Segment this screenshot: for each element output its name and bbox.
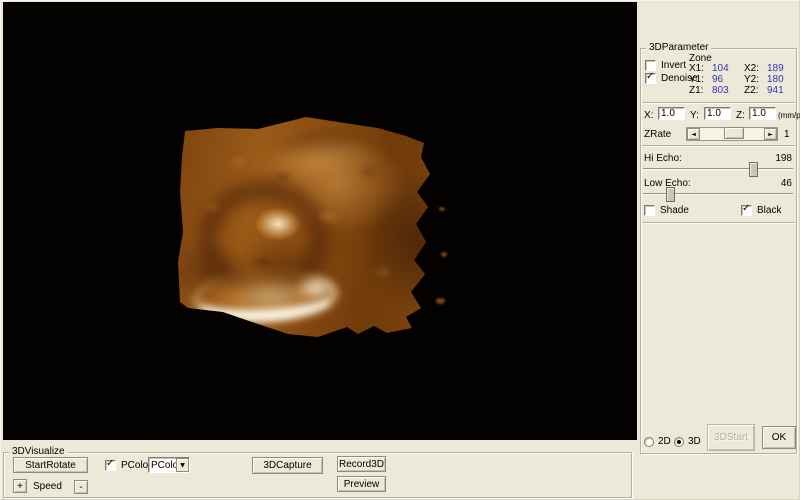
mode-3d-radio[interactable]: 3D (674, 436, 701, 447)
parameter-groupbox: 3DParameter Invert Denoise Zone X1: 104 … (640, 48, 797, 454)
separator (642, 222, 795, 224)
visualize-group-title: 3DVisualize (9, 446, 68, 457)
mode-3d-label: 3D (688, 436, 701, 447)
start-rotate-button[interactable]: StartRotate (13, 457, 88, 473)
scroll-right-icon[interactable]: ► (764, 128, 777, 140)
checkbox-box-icon (644, 205, 655, 216)
checkmark-icon (645, 73, 656, 84)
radio-circle-icon (644, 437, 654, 447)
scroll-left-icon[interactable]: ◄ (687, 128, 700, 140)
zone-y2-label: Y2: (744, 74, 759, 85)
scale-x-label: X: (644, 110, 653, 121)
zone-z2-value: 941 (767, 85, 784, 96)
speed-plus-button[interactable]: + (13, 479, 27, 493)
app-window: 3DParameter Invert Denoise Zone X1: 104 … (0, 0, 800, 500)
shade-checkbox[interactable]: Shade (644, 205, 689, 216)
zone-x2-value: 189 (767, 63, 784, 74)
hi-echo-slider[interactable] (643, 162, 793, 177)
volume-speck (439, 207, 445, 211)
zone-z1-label: Z1: (689, 85, 703, 96)
invert-checkbox[interactable]: Invert (645, 60, 686, 71)
pcolor-dropdown[interactable]: PColor ▼ (148, 457, 190, 473)
chevron-down-icon[interactable]: ▼ (176, 458, 189, 472)
zrate-value: 1 (784, 129, 790, 140)
volume-speck (436, 298, 445, 304)
separator (642, 145, 795, 147)
zone-z2-label: Z2: (744, 85, 758, 96)
checkmark-icon (741, 205, 752, 216)
volume-texture (178, 112, 432, 346)
low-echo-slider[interactable] (643, 187, 793, 202)
mode-2d-label: 2D (658, 436, 671, 447)
hi-echo-slider-thumb[interactable] (749, 162, 758, 177)
zone-z1-value: 803 (712, 85, 729, 96)
separator (642, 102, 795, 104)
scale-z-label: Z: (736, 110, 745, 121)
low-echo-slider-thumb[interactable] (666, 187, 675, 202)
zrate-scrollbar[interactable]: ◄ ► (686, 127, 778, 141)
hi-echo-slider-track[interactable] (643, 168, 793, 170)
speed-minus-button[interactable]: - (74, 480, 88, 494)
ok-button[interactable]: OK (762, 426, 796, 449)
ultrasound-volume (178, 112, 432, 346)
zone-y1-label: Y1: (689, 74, 704, 85)
zone-x1-value: 104 (712, 63, 729, 74)
record-3d-button[interactable]: Record3D (337, 456, 386, 472)
start-3d-button: 3DStart (707, 424, 755, 451)
zone-x1-label: X1: (689, 63, 704, 74)
zone-y1-value: 96 (712, 74, 723, 85)
preview-button[interactable]: Preview (337, 476, 386, 492)
capture-3d-button[interactable]: 3DCapture (252, 457, 323, 474)
visualize-panel: 3DVisualize StartRotate + Speed - PColor… (0, 440, 637, 500)
invert-label: Invert (661, 60, 686, 71)
checkbox-box-icon (645, 60, 656, 71)
volume-speck (441, 252, 447, 257)
parameter-group-title: 3DParameter (646, 42, 711, 53)
black-label: Black (757, 205, 781, 216)
radio-dot-icon (674, 437, 684, 447)
pcolor-dropdown-value: PColor (149, 460, 176, 471)
zrate-label: ZRate (644, 129, 671, 140)
shade-label: Shade (660, 205, 689, 216)
checkmark-icon (105, 460, 116, 471)
zrate-scroll-thumb[interactable] (724, 127, 744, 139)
speed-label: Speed (33, 481, 62, 492)
scale-unit-label: (mm/p) (778, 111, 800, 120)
zrate-scroll-track[interactable] (700, 128, 764, 140)
scale-y-input[interactable] (704, 107, 731, 120)
mode-2d-radio[interactable]: 2D (644, 436, 671, 447)
pcolor-checkbox-label: PColor (121, 460, 152, 471)
scale-y-label: Y: (690, 110, 699, 121)
black-checkbox[interactable]: Black (741, 205, 781, 216)
zone-y2-value: 180 (767, 74, 784, 85)
zone-x2-label: X2: (744, 63, 759, 74)
render-viewport[interactable] (3, 2, 637, 440)
pcolor-checkbox[interactable]: PColor (105, 460, 152, 471)
scale-z-input[interactable] (749, 107, 776, 120)
scale-x-input[interactable] (658, 107, 685, 120)
